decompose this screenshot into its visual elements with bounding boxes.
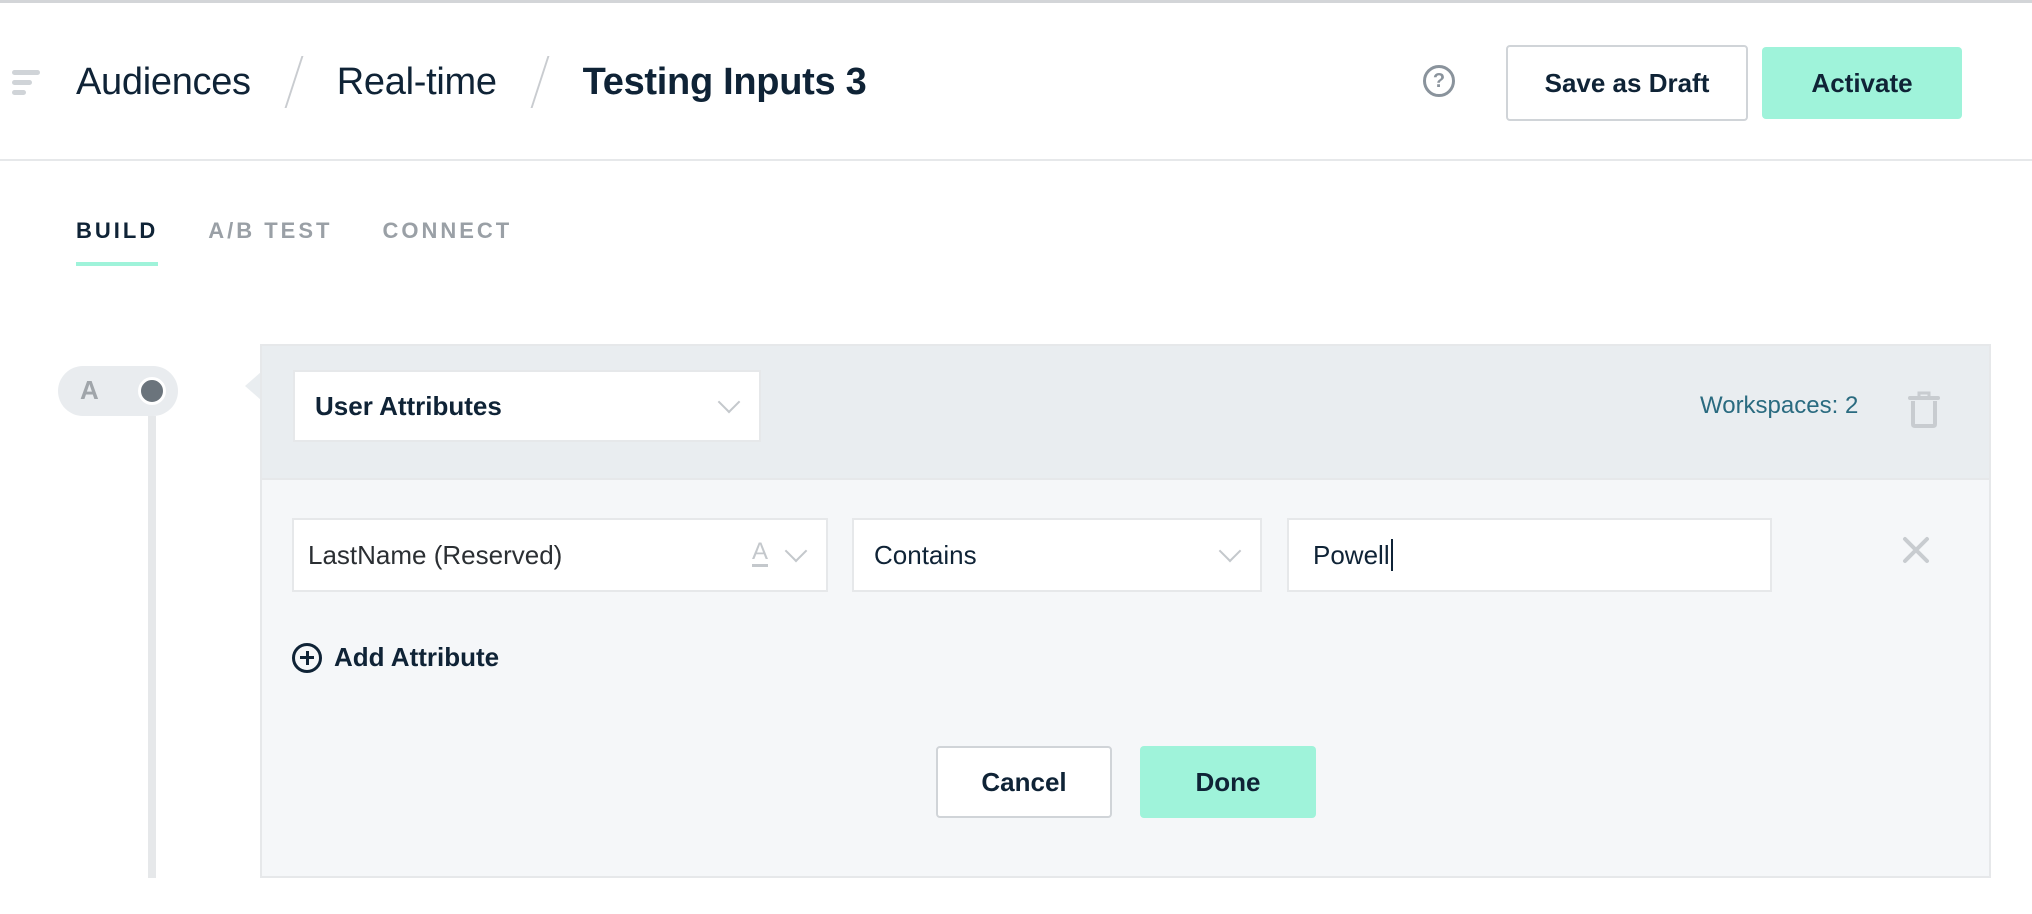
- close-icon[interactable]: [1902, 536, 1930, 564]
- workspaces-link[interactable]: Workspaces: 2: [1700, 392, 1858, 420]
- tab-build[interactable]: BUILD: [76, 218, 159, 266]
- breadcrumb: Audiences Real-time Testing Inputs 3: [76, 55, 867, 109]
- chevron-down-icon: [1218, 539, 1242, 563]
- criteria-panel: User Attributes Workspaces: 2 LastName (…: [260, 344, 1991, 878]
- operator-select[interactable]: Contains: [852, 518, 1262, 592]
- tab-bar: BUILD A/B TEST CONNECT: [76, 218, 562, 266]
- operator-select-value: Contains: [874, 539, 977, 570]
- trash-icon[interactable]: [1908, 390, 1940, 428]
- text-type-icon: A: [751, 538, 768, 567]
- group-letter: A: [80, 375, 99, 405]
- breadcrumb-separator: [284, 56, 304, 108]
- criteria-panel-header: User Attributes Workspaces: 2: [262, 346, 1989, 480]
- save-as-draft-button[interactable]: Save as Draft: [1506, 45, 1748, 121]
- breadcrumb-separator: [530, 56, 550, 108]
- attribute-select-value: LastName (Reserved): [308, 539, 563, 570]
- menu-icon[interactable]: [12, 70, 42, 98]
- value-input[interactable]: Powell: [1287, 518, 1772, 592]
- breadcrumb-audiences[interactable]: Audiences: [76, 61, 251, 104]
- tab-ab-test[interactable]: A/B TEST: [208, 218, 332, 266]
- done-button[interactable]: Done: [1140, 746, 1316, 818]
- criteria-type-select[interactable]: User Attributes: [293, 370, 761, 442]
- question-circle-icon[interactable]: ?: [1423, 65, 1455, 97]
- timeline-line: [148, 416, 156, 878]
- add-attribute-label: Add Attribute: [334, 642, 500, 672]
- page-title: Testing Inputs 3: [582, 60, 867, 103]
- attribute-select[interactable]: LastName (Reserved) A: [292, 518, 828, 592]
- breadcrumb-real-time[interactable]: Real-time: [337, 61, 497, 104]
- timeline-dot-icon: [138, 377, 166, 405]
- tab-connect[interactable]: CONNECT: [382, 218, 512, 266]
- chevron-down-icon: [784, 539, 808, 563]
- page-header: Audiences Real-time Testing Inputs 3 ? S…: [0, 3, 2032, 161]
- add-attribute-button[interactable]: Add Attribute: [292, 642, 499, 673]
- value-input-text: Powell: [1313, 539, 1390, 570]
- plus-circle-icon: [292, 642, 322, 673]
- criteria-type-value: User Attributes: [315, 390, 502, 421]
- chevron-down-icon: [717, 390, 741, 414]
- panel-pointer: [245, 372, 261, 400]
- text-caret: [1390, 539, 1393, 571]
- activate-button[interactable]: Activate: [1762, 47, 1962, 119]
- group-indicator: A: [58, 366, 178, 416]
- cancel-button[interactable]: Cancel: [936, 746, 1112, 818]
